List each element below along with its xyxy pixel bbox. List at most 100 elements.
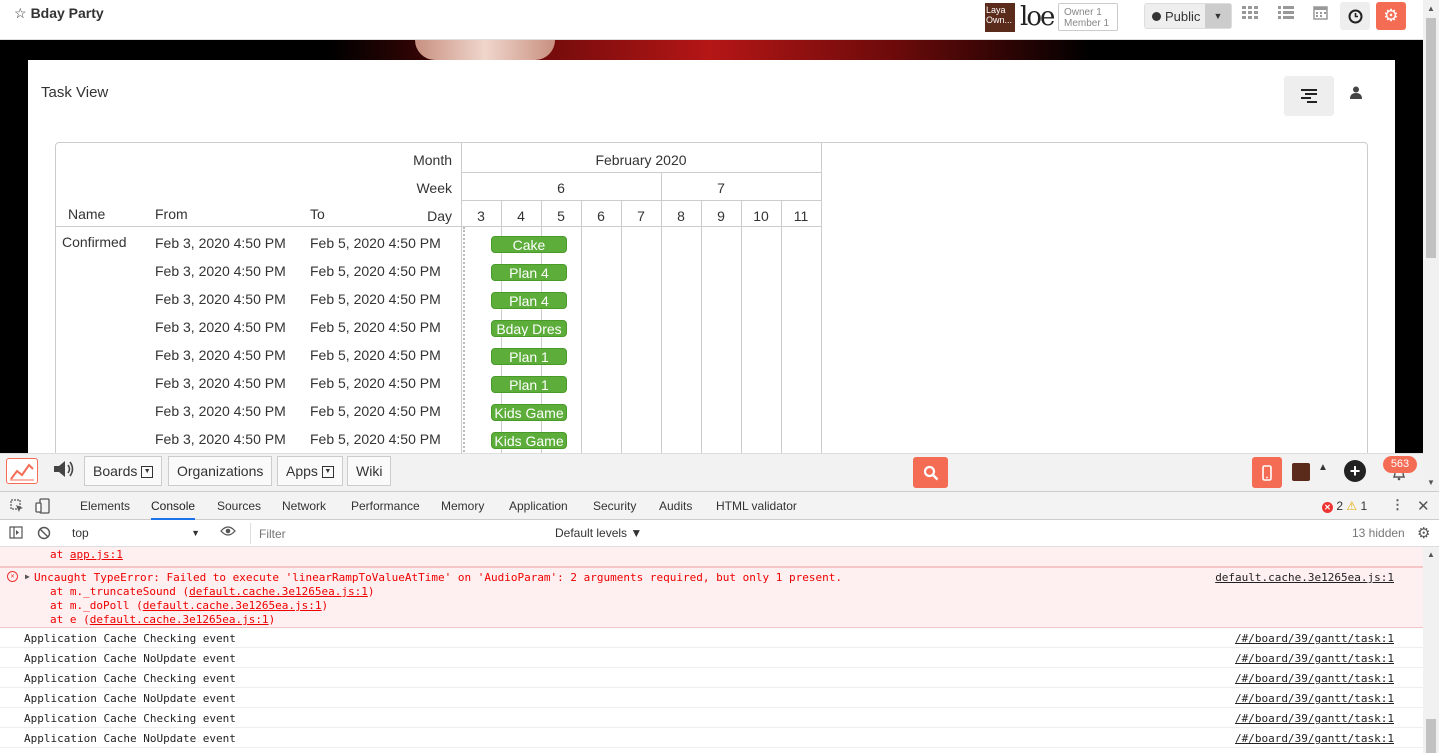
task-bar[interactable]: Plan 1 — [491, 348, 567, 365]
inspect-element-icon[interactable] — [10, 499, 24, 516]
close-icon[interactable]: ✕ — [1417, 497, 1430, 515]
log-source-link[interactable]: /#/board/39/gantt/task:1 — [1235, 652, 1394, 665]
gantt-toggle-icon[interactable] — [1284, 76, 1334, 116]
task-bar[interactable]: Plan 1 — [491, 376, 567, 393]
member-summary[interactable]: Owner 1 Member 1 — [1058, 3, 1118, 31]
row-to: Feb 5, 2020 4:50 PM — [310, 403, 441, 419]
member-avatar[interactable]: loe — [1020, 3, 1054, 32]
row-to: Feb 5, 2020 4:50 PM — [310, 263, 441, 279]
stack-file-link[interactable]: default.cache.3e1265ea.js:1 — [189, 585, 368, 598]
log-message: Application Cache NoUpdate event — [24, 732, 236, 745]
sidebar-toggle-icon[interactable] — [9, 526, 23, 542]
scrollbar-thumb[interactable] — [1426, 18, 1436, 258]
grid-view-icon[interactable] — [1238, 4, 1262, 28]
settings-gear-icon[interactable]: ⚙ — [1376, 2, 1406, 30]
calendar-view-icon[interactable] — [1308, 4, 1332, 28]
task-bar[interactable]: Bday Dres — [491, 320, 567, 337]
scroll-up-icon[interactable]: ▲ — [1427, 550, 1435, 559]
scroll-up-icon[interactable]: ▲ — [1427, 4, 1435, 13]
console-filter-input[interactable] — [250, 523, 546, 544]
tab-console[interactable]: Console — [151, 492, 196, 520]
error-source-link[interactable]: default.cache.3e1265ea.js:1 — [1215, 571, 1394, 584]
log-source-link[interactable]: /#/board/39/gantt/task:1 — [1235, 692, 1394, 705]
background-image-detail — [415, 40, 555, 60]
column-from-header[interactable]: From — [155, 206, 188, 222]
tab-memory[interactable]: Memory — [441, 492, 484, 520]
eye-icon[interactable] — [220, 525, 236, 540]
user-icon[interactable] — [1344, 86, 1368, 108]
visibility-dropdown[interactable]: Public ▼ — [1144, 3, 1232, 29]
organizations-button[interactable]: Organizations — [168, 456, 273, 486]
list-view-icon[interactable] — [1274, 4, 1298, 28]
tab-performance[interactable]: Performance — [351, 492, 420, 520]
gantt-row[interactable]: Feb 3, 2020 4:50 PM Feb 5, 2020 4:50 PM Pl… — [56, 260, 821, 288]
star-icon[interactable]: ☆ — [14, 5, 27, 21]
gantt-row[interactable]: Feb 3, 2020 4:50 PM Feb 5, 2020 4:50 PM Pl… — [56, 372, 821, 400]
partial-line-link[interactable]: app.js:1 — [70, 548, 123, 561]
log-source-link[interactable]: /#/board/39/gantt/task:1 — [1235, 732, 1394, 745]
stack-file-link[interactable]: default.cache.3e1265ea.js:1 — [143, 599, 322, 612]
stack-file-link[interactable]: default.cache.3e1265ea.js:1 — [90, 613, 269, 626]
notification-badge[interactable]: 563 — [1383, 456, 1417, 473]
month-label: Month — [413, 152, 452, 168]
context-select[interactable]: top ▼ — [66, 523, 206, 543]
stack-end: ) — [321, 599, 329, 612]
context-value: top — [72, 526, 89, 540]
tab-elements[interactable]: Elements — [80, 492, 130, 520]
gantt-row[interactable]: Feb 3, 2020 4:50 PM Feb 5, 2020 4:50 PM Ki… — [56, 400, 821, 428]
log-levels-dropdown[interactable]: Default levels ▼ — [555, 526, 642, 540]
apps-menu-button[interactable]: Apps ▼ — [277, 456, 343, 486]
chevron-down-icon[interactable]: ▼ — [1205, 4, 1231, 28]
row-to: Feb 5, 2020 4:50 PM — [310, 431, 441, 447]
column-name-header[interactable]: Name — [68, 206, 105, 222]
boards-menu-button[interactable]: Boards ▼ — [84, 456, 163, 486]
gantt-row[interactable]: Feb 3, 2020 4:50 PM Feb 5, 2020 4:50 PM Pl… — [56, 344, 821, 372]
board-title[interactable]: ☆ Bday Party — [14, 5, 104, 22]
stack-line: at m._truncateSound (default.cache.3e126… — [50, 585, 375, 598]
activity-chart-icon[interactable] — [6, 458, 38, 484]
tab-security[interactable]: Security — [593, 492, 636, 520]
tab-network[interactable]: Network — [282, 492, 326, 520]
mobile-icon[interactable] — [1252, 457, 1282, 488]
issue-counter[interactable]: ✕ 2 ⚠ 1 — [1322, 499, 1367, 513]
day-cell: 5 — [557, 208, 565, 224]
task-bar[interactable]: Kids Game — [491, 432, 567, 449]
tab-application[interactable]: Application — [509, 492, 568, 520]
column-to-header[interactable]: To — [310, 206, 325, 222]
gantt-row[interactable]: Confirmed Feb 3, 2020 4:50 PM Feb 5, 2020 … — [56, 232, 821, 260]
volume-icon[interactable] — [50, 458, 78, 484]
wiki-button[interactable]: Wiki — [347, 456, 392, 486]
tab-html-validator[interactable]: HTML validator — [716, 492, 797, 520]
task-bar[interactable]: Cake — [491, 236, 567, 253]
task-view-panel: Task View Month Week Day Name From To Fe… — [28, 60, 1395, 462]
user-avatar[interactable] — [1292, 463, 1310, 481]
gantt-row[interactable]: Feb 3, 2020 4:50 PM Feb 5, 2020 4:50 PM Pl… — [56, 288, 821, 316]
log-source-link[interactable]: /#/board/39/gantt/task:1 — [1235, 712, 1394, 725]
console-settings-gear-icon[interactable]: ⚙ — [1417, 524, 1430, 542]
scrollbar-thumb[interactable] — [1426, 719, 1436, 753]
device-toolbar-icon[interactable] — [35, 498, 51, 517]
gantt-chart: Month Week Day Name From To February 202… — [55, 142, 1368, 462]
add-icon[interactable]: + — [1344, 460, 1366, 482]
gantt-view-clock-icon[interactable] — [1340, 2, 1370, 30]
console-scrollbar[interactable]: ▲ — [1423, 547, 1439, 753]
gantt-row[interactable]: Feb 3, 2020 4:50 PM Feb 5, 2020 4:50 PM Ki… — [56, 428, 821, 456]
more-options-icon[interactable]: ⋮ — [1391, 497, 1404, 513]
task-bar[interactable]: Plan 4 — [491, 264, 567, 281]
expand-triangle-icon[interactable]: ▶ — [25, 572, 30, 581]
owner-avatar[interactable]: Laya Own... — [985, 3, 1015, 32]
tab-sources[interactable]: Sources — [217, 492, 261, 520]
log-source-link[interactable]: /#/board/39/gantt/task:1 — [1235, 672, 1394, 685]
search-icon[interactable] — [913, 457, 948, 488]
tab-audits[interactable]: Audits — [659, 492, 692, 520]
scroll-down-icon[interactable]: ▼ — [1427, 478, 1435, 487]
task-bar[interactable]: Kids Game — [491, 404, 567, 421]
clear-console-icon[interactable] — [37, 526, 51, 543]
gantt-row[interactable]: Feb 3, 2020 4:50 PM Feb 5, 2020 4:50 PM Bd… — [56, 316, 821, 344]
log-source-link[interactable]: /#/board/39/gantt/task:1 — [1235, 632, 1394, 645]
task-bar[interactable]: Plan 4 — [491, 292, 567, 309]
caret-up-icon[interactable]: ▲ — [1318, 462, 1328, 473]
devtools-tab-bar: Elements Console Sources Network Performance… — [0, 492, 1439, 520]
page-scrollbar[interactable]: ▲ ▼ — [1423, 0, 1439, 491]
stack-fn: at m._truncateSound ( — [50, 585, 190, 598]
